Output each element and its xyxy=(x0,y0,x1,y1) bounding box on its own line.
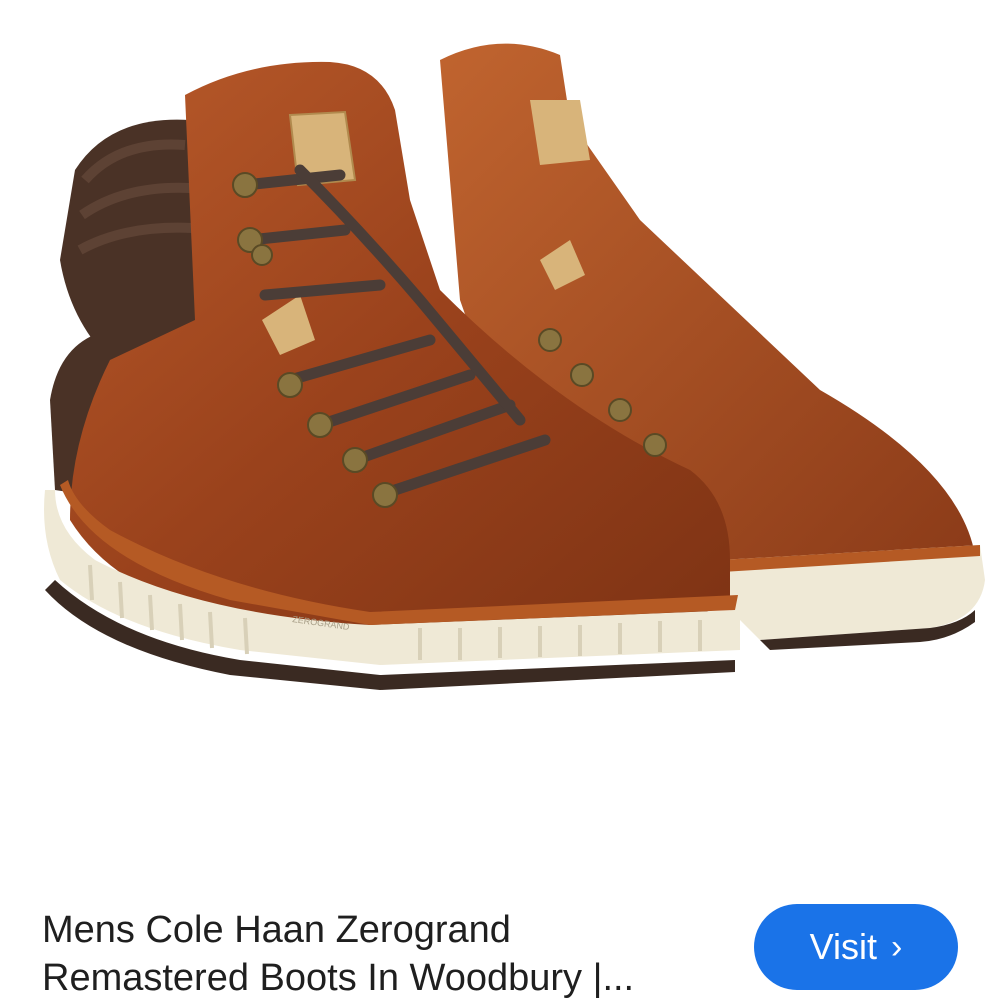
product-title-line-2: Remastered Boots In Woodbury |... xyxy=(42,957,635,999)
product-title[interactable]: Mens Cole Haan Zerogrand Remastered Boot… xyxy=(42,906,732,1002)
chevron-right-icon: › xyxy=(891,928,903,966)
visit-button-label: Visit xyxy=(809,926,878,967)
visit-button[interactable]: Visit › xyxy=(754,904,958,990)
boots-illustration: ZEROGRAND xyxy=(44,43,985,690)
product-image[interactable]: ZEROGRAND xyxy=(0,0,1000,890)
product-title-line-1: Mens Cole Haan Zerogrand xyxy=(42,909,511,951)
